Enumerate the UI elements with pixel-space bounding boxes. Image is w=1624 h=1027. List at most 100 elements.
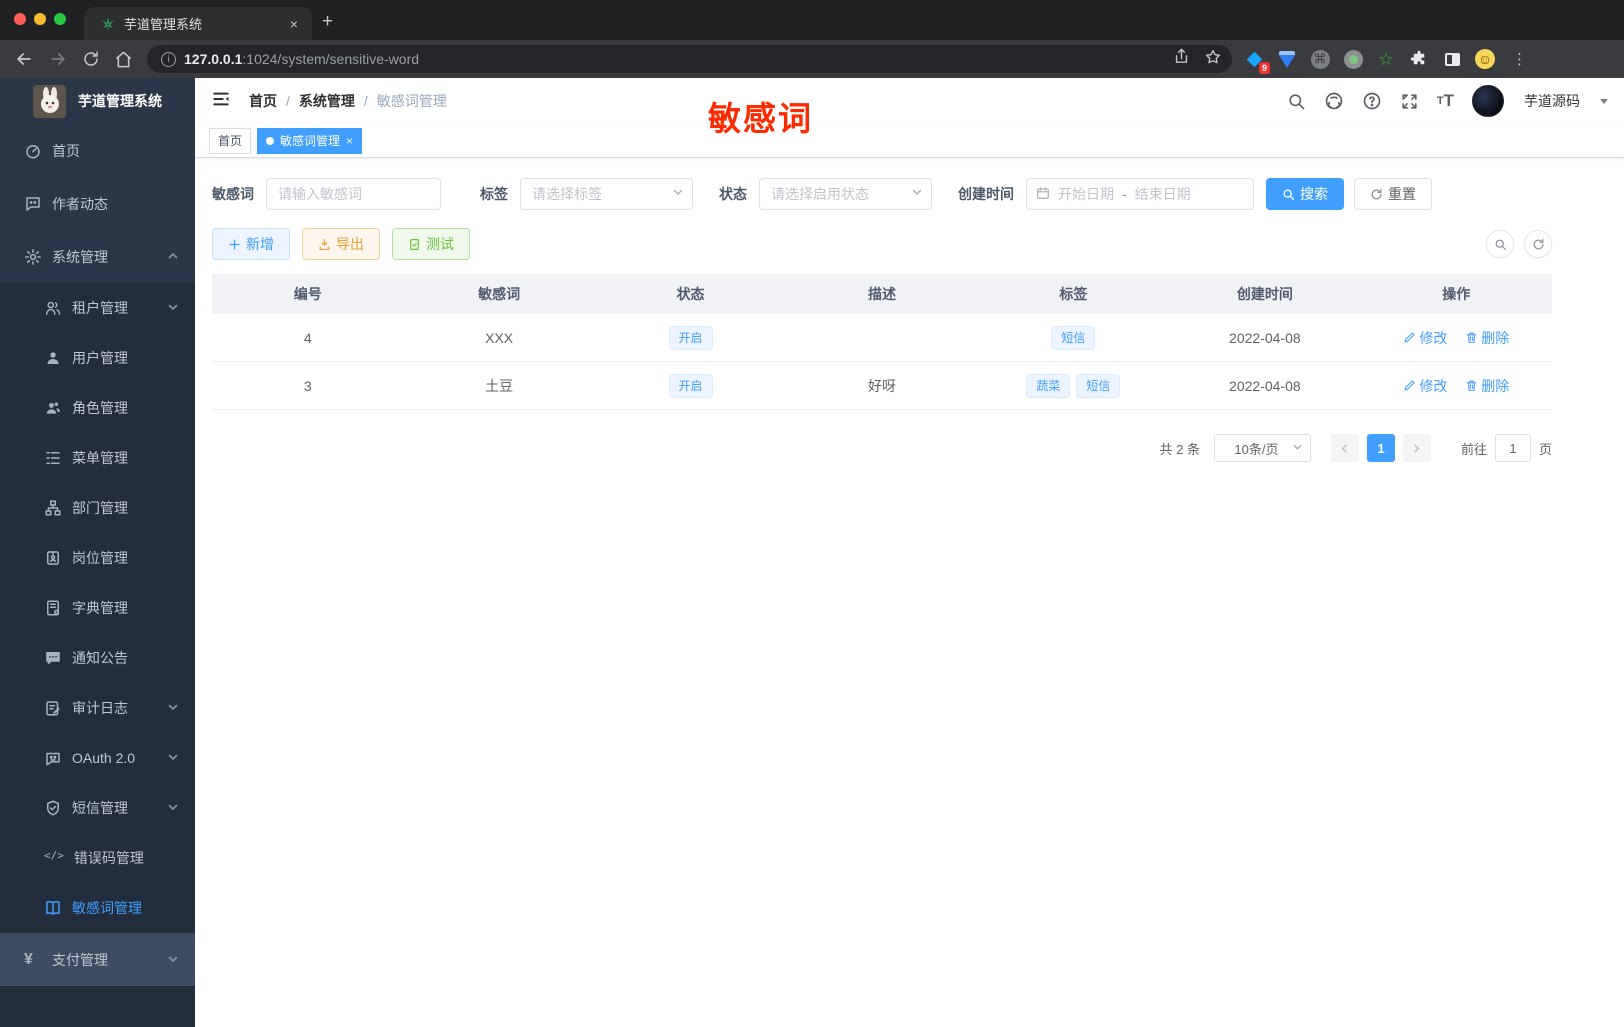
back-icon[interactable]: [14, 49, 34, 69]
refresh-table-icon[interactable]: [1524, 230, 1552, 258]
edit-link[interactable]: 修改: [1403, 376, 1447, 396]
help-icon[interactable]: [1362, 91, 1382, 111]
close-tag-icon[interactable]: ×: [346, 134, 353, 148]
sidebar-item-notice[interactable]: 通知公告: [0, 633, 195, 683]
sidebar-item-post[interactable]: 岗位管理: [0, 533, 195, 583]
sidebar-item-sms[interactable]: 短信管理: [0, 783, 195, 833]
extension-command-icon[interactable]: ⌘: [1310, 49, 1330, 69]
add-button[interactable]: 新增: [212, 228, 290, 260]
download-icon: [319, 238, 330, 250]
tag-select[interactable]: [520, 178, 693, 210]
col-word: 敏感词: [478, 286, 521, 302]
tag-label: 标签: [480, 186, 508, 202]
goto-page-input[interactable]: [1494, 434, 1531, 462]
tag-view-home[interactable]: 首页: [209, 127, 252, 154]
close-window-button[interactable]: [14, 13, 26, 25]
zoom-window-button[interactable]: [54, 13, 66, 25]
gear-icon: [24, 248, 42, 266]
address-bar[interactable]: i 127.0.0.1:1024/system/sensitive-word: [147, 45, 1232, 73]
cell-actions: 修改 删除: [1361, 328, 1552, 348]
new-tab-button[interactable]: +: [322, 12, 333, 31]
sidebar-item-home[interactable]: 首页: [0, 124, 195, 177]
sidebar-item-oauth[interactable]: OAuth 2.0: [0, 733, 195, 783]
col-create-time: 创建时间: [1236, 286, 1293, 302]
delete-link[interactable]: 删除: [1465, 328, 1509, 348]
sidebar-item-pay[interactable]: ¥ 支付管理: [0, 933, 195, 986]
sidebar-item-menu-admin[interactable]: 菜单管理: [0, 433, 195, 483]
sidebar-item-dict[interactable]: 字典管理: [0, 583, 195, 633]
search-button[interactable]: 搜索: [1266, 178, 1344, 210]
extension-green-dot-icon[interactable]: [1343, 49, 1363, 69]
extensions-puzzle-icon[interactable]: [1409, 49, 1429, 69]
tags-view-bar: 首页 敏感词管理 ×: [195, 124, 1624, 158]
sidebar-item-role[interactable]: 角色管理: [0, 383, 195, 433]
edit-link[interactable]: 修改: [1403, 328, 1447, 348]
browser-menu-icon[interactable]: ⋮: [1512, 50, 1527, 68]
navbar: 首页 / 系统管理 / 敏感词管理 T T 芋道源码: [195, 78, 1624, 124]
tab-close-icon[interactable]: ×: [286, 16, 302, 32]
trash-icon: [1466, 332, 1477, 343]
cell-tags: 短信: [978, 325, 1169, 350]
breadcrumb-home[interactable]: 首页: [249, 91, 277, 111]
col-id: 编号: [293, 286, 322, 302]
breadcrumb-system[interactable]: 系统管理: [299, 91, 355, 111]
home-icon[interactable]: [114, 50, 133, 69]
browser-toolbar: i 127.0.0.1:1024/system/sensitive-word 9…: [0, 40, 1624, 78]
extension-blue-diamond-icon[interactable]: 9: [1244, 49, 1270, 74]
chevron-down-icon: [911, 185, 923, 203]
collapse-sidebar-icon[interactable]: [211, 89, 231, 114]
extension-gem-icon[interactable]: [1277, 49, 1297, 69]
status-select[interactable]: [759, 178, 932, 210]
dictionary-book-icon: [44, 599, 62, 617]
chat-icon: [24, 195, 42, 213]
bookmark-star-icon[interactable]: [1204, 48, 1222, 71]
font-size-icon[interactable]: TT: [1437, 91, 1454, 111]
app-logo-rabbit-icon: [33, 84, 66, 118]
user-menu-caret-icon[interactable]: [1600, 98, 1608, 104]
prev-page-button[interactable]: [1330, 434, 1359, 462]
profile-avatar-icon[interactable]: ☺: [1475, 49, 1495, 69]
sidebar-item-sensitive-word[interactable]: 敏感词管理: [0, 883, 195, 933]
date-start-placeholder: 开始日期: [1058, 186, 1114, 202]
sidebar-item-dept[interactable]: 部门管理: [0, 483, 195, 533]
minimize-window-button[interactable]: [34, 13, 46, 25]
cell-status: 开启: [595, 373, 786, 398]
browser-tab[interactable]: 芋道管理系统 ×: [84, 7, 312, 40]
pen-icon: [1404, 332, 1415, 343]
sidebar-item-system[interactable]: 系统管理: [0, 230, 195, 283]
sidebar-item-audit-log[interactable]: 审计日志: [0, 683, 195, 733]
next-page-button[interactable]: [1402, 434, 1431, 462]
site-info-icon[interactable]: i: [161, 51, 176, 67]
tag-view-sensitive-word[interactable]: 敏感词管理 ×: [257, 127, 363, 154]
share-icon[interactable]: [1173, 48, 1190, 70]
forward-icon[interactable]: [48, 49, 68, 69]
fullscreen-icon[interactable]: [1400, 92, 1419, 111]
side-panel-icon[interactable]: [1442, 49, 1462, 69]
sidebar-item-user[interactable]: 用户管理: [0, 333, 195, 383]
navbar-right: TT 芋道源码: [1287, 85, 1608, 117]
date-range-picker[interactable]: 开始日期 - 结束日期: [1026, 178, 1254, 210]
reset-button[interactable]: 重置: [1354, 178, 1432, 210]
show-search-icon[interactable]: [1486, 230, 1514, 258]
delete-link[interactable]: 删除: [1465, 376, 1509, 396]
user-name[interactable]: 芋道源码: [1524, 91, 1580, 111]
table-row: 4 XXX 开启 短信 2022-04-08 修改 删除: [212, 314, 1552, 362]
tag-badge: 短信: [1076, 373, 1121, 398]
extension-green-star-icon[interactable]: ☆: [1376, 49, 1396, 69]
user-avatar[interactable]: [1472, 85, 1504, 117]
github-icon[interactable]: [1324, 91, 1344, 111]
page-size-select[interactable]: 10条/页: [1213, 434, 1311, 462]
sidebar-item-errcode[interactable]: </> 错误码管理: [0, 833, 195, 883]
code-icon: </>: [44, 849, 64, 862]
search-icon[interactable]: [1287, 92, 1306, 111]
export-button[interactable]: 导出: [302, 228, 380, 260]
screen: 芋道管理系统 × + i 127.0.0.1:1024/system/sensi…: [0, 0, 1624, 1027]
keyword-input[interactable]: [266, 178, 441, 210]
reload-icon[interactable]: [82, 50, 100, 68]
search-icon: [1283, 189, 1295, 200]
page-number-current[interactable]: 1: [1366, 434, 1395, 462]
app-logo-row[interactable]: 芋道管理系统: [0, 78, 195, 124]
test-button[interactable]: 测试: [392, 228, 470, 260]
sidebar-item-tenant[interactable]: 租户管理: [0, 283, 195, 333]
sidebar-item-author-news[interactable]: 作者动态: [0, 177, 195, 230]
